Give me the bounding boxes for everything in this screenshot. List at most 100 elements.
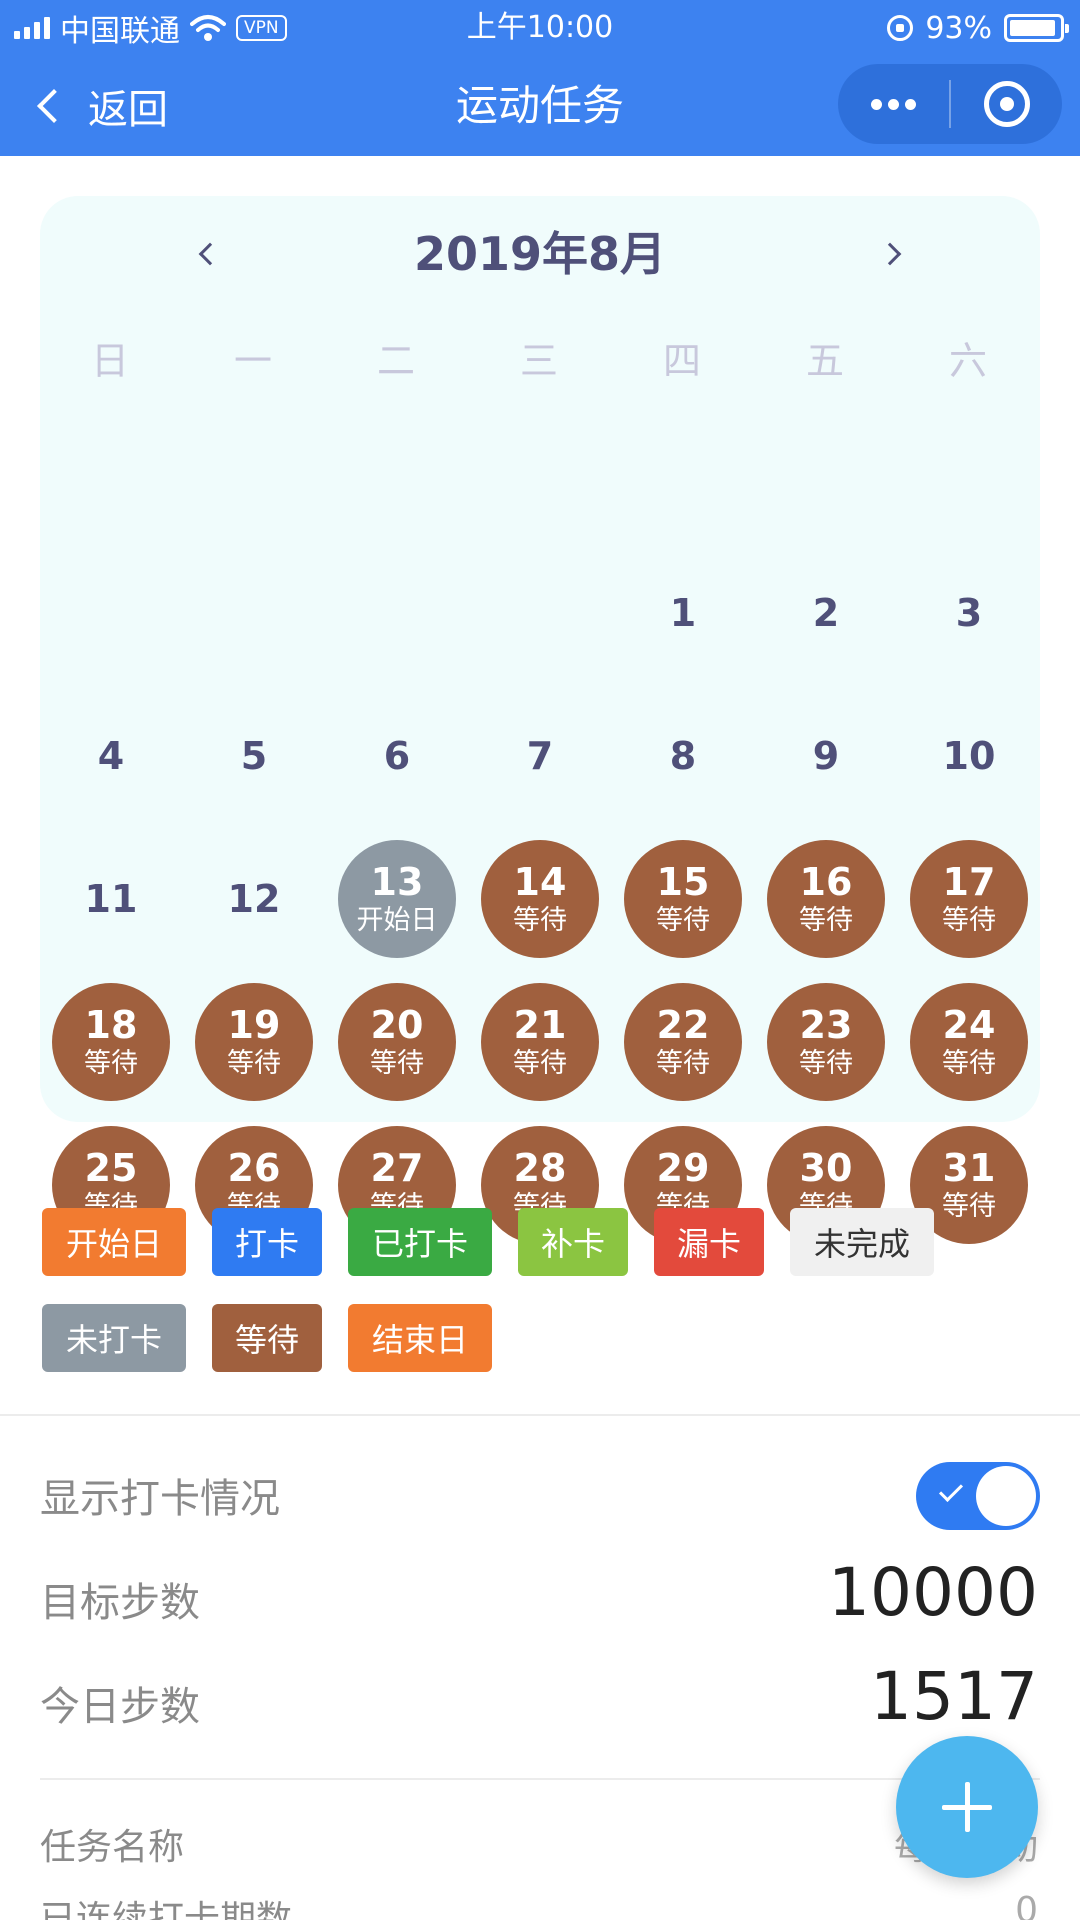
day-number: 27 <box>370 1146 424 1190</box>
day-status-tag: 等待 <box>227 1048 281 1079</box>
calendar-day-6[interactable]: 6 <box>338 697 456 815</box>
day-number: 25 <box>84 1146 138 1190</box>
legend-chip: 补卡 <box>518 1208 628 1276</box>
day-number: 2 <box>812 591 840 635</box>
day-status-tag: 等待 <box>942 905 996 936</box>
close-button[interactable] <box>951 64 1062 144</box>
status-bar: 中国联通 VPN 上午10:00 93% <box>0 0 1080 56</box>
calendar-day-4[interactable]: 4 <box>52 697 170 815</box>
day-status-tag: 等待 <box>656 905 710 936</box>
legend-chip: 打卡 <box>212 1208 322 1276</box>
calendar-day-21[interactable]: 21 等待 <box>481 983 599 1101</box>
calendar-day-24[interactable]: 24 等待 <box>910 983 1028 1101</box>
calendar-day-16[interactable]: 16 等待 <box>767 840 885 958</box>
day-number: 21 <box>513 1003 567 1047</box>
toggle-knob <box>976 1466 1036 1526</box>
day-number: 11 <box>84 877 138 921</box>
day-number: 22 <box>656 1003 710 1047</box>
day-number: 7 <box>526 734 554 778</box>
day-number: 1 <box>669 591 697 635</box>
day-number: 18 <box>84 1003 138 1047</box>
task-name-label: 任务名称 <box>40 1827 185 1868</box>
calendar-day-20[interactable]: 20 等待 <box>338 983 456 1101</box>
target-circle-icon <box>983 81 1030 127</box>
today-steps-value: 1517 <box>870 1658 1038 1735</box>
day-number: 5 <box>240 734 268 778</box>
calendar-day-18[interactable]: 18 等待 <box>52 983 170 1101</box>
calendar-day-9[interactable]: 9 <box>767 697 885 815</box>
day-status-tag: 等待 <box>942 1191 996 1222</box>
day-status-tag: 等待 <box>799 905 853 936</box>
day-number: 3 <box>955 591 983 635</box>
legend-chip: 结束日 <box>348 1304 492 1372</box>
streak-label: 已连续打卡期数 <box>40 1899 293 1920</box>
day-number: 30 <box>799 1146 853 1190</box>
day-number: 14 <box>513 860 567 904</box>
calendar-card: 2019年8月 日一二三四五六 1 2 3 4 5 6 7 8 9 10 11 12 13 开始日 14 等待… <box>40 196 1040 1244</box>
calendar-day-22[interactable]: 22 等待 <box>624 983 742 1101</box>
battery-fill <box>1010 20 1055 36</box>
day-status-tag: 等待 <box>370 1048 424 1079</box>
section-divider <box>0 1414 1080 1416</box>
day-number: 10 <box>942 734 996 778</box>
day-number: 28 <box>513 1146 567 1190</box>
day-status-tag: 等待 <box>799 1048 853 1079</box>
legend-chip: 未打卡 <box>42 1304 186 1372</box>
target-steps-value: 10000 <box>828 1554 1038 1631</box>
rotation-lock-icon <box>887 15 914 41</box>
calendar-day-23[interactable]: 23 等待 <box>767 983 885 1101</box>
day-status-tag: 开始日 <box>356 905 438 936</box>
day-status-tag: 等待 <box>513 905 567 936</box>
day-number: 15 <box>656 860 710 904</box>
day-number: 9 <box>812 734 840 778</box>
calendar-day-8[interactable]: 8 <box>624 697 742 815</box>
calendar-day-5[interactable]: 5 <box>195 697 313 815</box>
calendar-day-19[interactable]: 19 等待 <box>195 983 313 1101</box>
calendar-day-12[interactable]: 12 <box>195 840 313 958</box>
day-number: 4 <box>97 734 125 778</box>
calendar-day-2[interactable]: 2 <box>767 554 885 672</box>
legend-chip: 开始日 <box>42 1208 186 1276</box>
calendar-day-1[interactable]: 1 <box>624 554 742 672</box>
day-number: 31 <box>942 1146 996 1190</box>
day-number: 19 <box>227 1003 281 1047</box>
calendar-day-3[interactable]: 3 <box>910 554 1028 672</box>
battery-icon <box>1004 14 1069 42</box>
calendar-day-7[interactable]: 7 <box>481 697 599 815</box>
calendar-day-10[interactable]: 10 <box>910 697 1028 815</box>
check-icon <box>938 1477 964 1503</box>
calendar-day-11[interactable]: 11 <box>52 840 170 958</box>
calendar-day-14[interactable]: 14 等待 <box>481 840 599 958</box>
nav-bar: 返回 运动任务 <box>0 56 1080 156</box>
day-status-tag: 等待 <box>656 1048 710 1079</box>
day-status-tag: 等待 <box>942 1048 996 1079</box>
more-button[interactable] <box>838 64 949 144</box>
legend-chip: 漏卡 <box>654 1208 764 1276</box>
day-number: 23 <box>799 1003 853 1047</box>
day-number: 8 <box>669 734 697 778</box>
show-checkin-label: 显示打卡情况 <box>40 1476 280 1522</box>
row-divider <box>40 1778 1040 1780</box>
target-steps-label: 目标步数 <box>40 1580 200 1626</box>
show-checkin-toggle[interactable] <box>916 1462 1040 1530</box>
day-number: 17 <box>942 860 996 904</box>
streak-value: 0 <box>1015 1890 1038 1920</box>
day-number: 26 <box>227 1146 281 1190</box>
day-status-tag: 等待 <box>84 1048 138 1079</box>
day-number: 6 <box>383 734 411 778</box>
legend-chip: 未完成 <box>790 1208 934 1276</box>
today-steps-label: 今日步数 <box>40 1684 200 1730</box>
status-right: 93% <box>887 8 1069 48</box>
calendar-day-15[interactable]: 15 等待 <box>624 840 742 958</box>
calendar-day-13[interactable]: 13 开始日 <box>338 840 456 958</box>
legend-chip: 已打卡 <box>348 1208 492 1276</box>
add-fab-button[interactable] <box>896 1736 1038 1878</box>
mini-program-capsule <box>838 64 1062 144</box>
day-number: 16 <box>799 860 853 904</box>
day-number: 13 <box>370 860 424 904</box>
battery-percent: 93% <box>925 10 992 46</box>
calendar-day-17[interactable]: 17 等待 <box>910 840 1028 958</box>
day-number: 12 <box>227 877 281 921</box>
legend-chip: 等待 <box>212 1304 322 1372</box>
day-number: 24 <box>942 1003 996 1047</box>
